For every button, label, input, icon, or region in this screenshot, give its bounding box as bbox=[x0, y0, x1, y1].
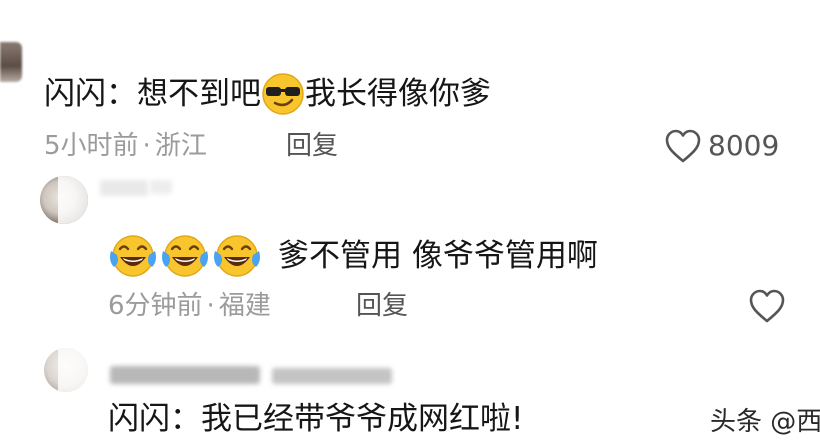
comment-2-text-content: 爹不管用 像爷爷管用啊 bbox=[278, 238, 598, 274]
reply-button[interactable]: 回复 bbox=[286, 130, 338, 162]
comment-2-emoji-row bbox=[108, 233, 264, 279]
comment-2-meta: 6分钟前 · 福建 bbox=[108, 290, 271, 322]
blurred-username bbox=[272, 368, 392, 384]
comment-1-text: 闪闪：想不到吧 我长得像你爹 bbox=[44, 72, 491, 116]
like-button[interactable] bbox=[748, 288, 786, 324]
comment-1-time: 5小时前 bbox=[44, 131, 139, 161]
commenter-avatar[interactable] bbox=[0, 42, 22, 82]
comment-1-meta: 5小时前 · 浙江 bbox=[44, 130, 207, 162]
sunglasses-emoji-icon bbox=[262, 73, 304, 115]
comment-2-text: 爹不管用 像爷爷管用啊 bbox=[108, 233, 598, 279]
blurred-username bbox=[150, 180, 172, 194]
comment-1-text-after: 我长得像你爹 bbox=[305, 76, 491, 112]
comment-2-time: 6分钟前 bbox=[108, 291, 203, 321]
comment-1-text-before: 闪闪：想不到吧 bbox=[44, 76, 261, 112]
comment-3-text: 闪闪：我已经带爷爷成网红啦! bbox=[108, 401, 524, 437]
laughing-tears-emoji-icon bbox=[110, 235, 156, 277]
laughing-tears-emoji-icon bbox=[214, 235, 260, 277]
laughing-tears-emoji-icon bbox=[162, 235, 208, 277]
comment-1-separator: · bbox=[142, 131, 151, 161]
commenter-avatar[interactable] bbox=[44, 348, 88, 392]
heart-icon bbox=[749, 289, 785, 323]
like-count: 8009 bbox=[708, 129, 780, 162]
blurred-username bbox=[110, 366, 260, 384]
watermark: 头条 @西 bbox=[710, 407, 820, 437]
comment-2-location: 福建 bbox=[218, 291, 271, 321]
comment-1-location: 浙江 bbox=[154, 131, 207, 161]
like-button[interactable]: 8009 bbox=[664, 128, 779, 164]
blurred-username bbox=[100, 180, 148, 196]
heart-icon bbox=[665, 129, 701, 163]
commenter-avatar[interactable] bbox=[40, 176, 88, 224]
comment-2-separator: · bbox=[206, 291, 215, 321]
reply-button[interactable]: 回复 bbox=[356, 290, 408, 322]
